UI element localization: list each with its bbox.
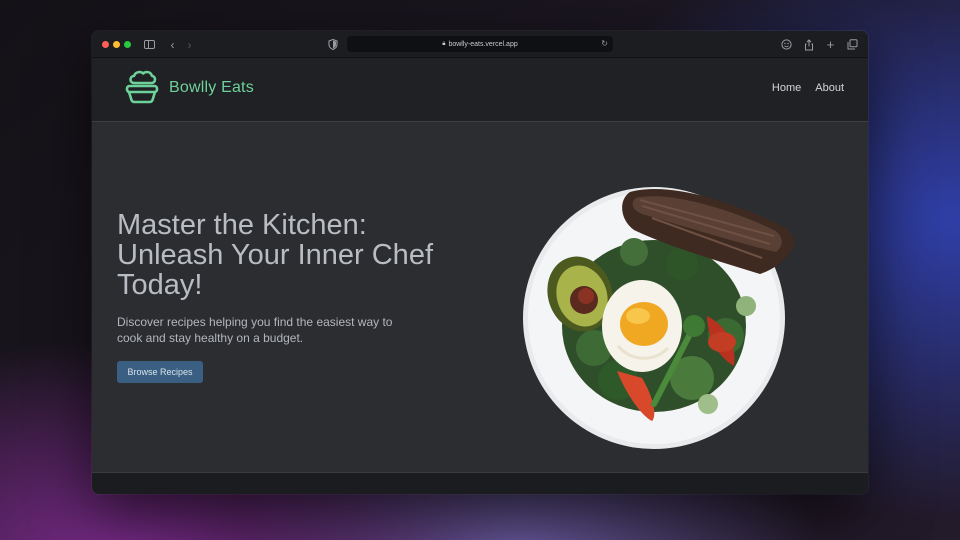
site-header: Bowlly Eats Home About [92,58,868,122]
minimize-window-button[interactable] [113,41,120,48]
url-text: bowlly-eats.vercel.app [448,40,518,48]
main-nav: Home About [772,82,844,94]
reload-icon[interactable]: ↻ [601,39,608,48]
page-footer [92,472,868,494]
forward-arrow-icon[interactable]: › [182,37,197,52]
nav-link-home[interactable]: Home [772,82,801,94]
lock-icon: 🔒︎ [442,40,446,47]
zoom-window-button[interactable] [124,41,131,48]
share-icon[interactable] [801,37,816,52]
browser-toolbar: ‹ › 🔒︎ bowlly-eats.vercel.app ↻ + [92,31,868,58]
tab-overview-icon[interactable] [845,37,860,52]
address-bar[interactable]: 🔒︎ bowlly-eats.vercel.app ↻ [347,36,613,52]
nav-link-about[interactable]: About [815,82,844,94]
sidebar-toggle-icon[interactable] [142,37,157,52]
hero-title: Master the Kitchen: Unleash Your Inner C… [117,209,433,301]
emoji-icon[interactable] [779,37,794,52]
web-page: Bowlly Eats Home About Master the Kitche… [92,58,868,494]
back-arrow-icon[interactable]: ‹ [165,37,180,52]
shield-icon[interactable] [325,37,340,52]
new-tab-icon[interactable]: + [823,37,838,52]
browser-window: ‹ › 🔒︎ bowlly-eats.vercel.app ↻ + Bowlly… [92,31,868,494]
hero-subtitle: Discover recipes helping you find the ea… [117,315,393,345]
chef-hat-bowl-icon[interactable] [124,70,160,106]
hero-food-image [522,166,822,466]
close-window-button[interactable] [102,41,109,48]
browse-recipes-button[interactable]: Browse Recipes [117,361,203,383]
brand-name[interactable]: Bowlly Eats [169,79,254,97]
